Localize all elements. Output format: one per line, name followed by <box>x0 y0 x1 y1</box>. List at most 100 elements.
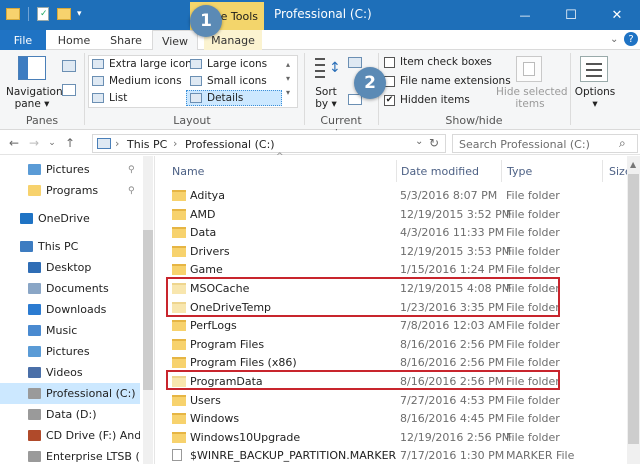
pin-icon[interactable]: ⚲ <box>128 186 135 196</box>
help-icon[interactable]: ? <box>624 32 638 46</box>
ribbon-separator <box>570 53 571 125</box>
this-pc-icon <box>97 138 111 149</box>
layout-extra-large-icons[interactable]: Extra large icons <box>92 58 197 70</box>
column-header-date-modified[interactable]: Date modified <box>401 160 499 182</box>
pin-icon[interactable]: ⚲ <box>128 165 135 175</box>
layout-scroll-arrows[interactable]: ▴ ▾ ▾ <box>286 58 290 100</box>
file-name-extensions-checkbox[interactable]: File name extensions <box>384 75 511 87</box>
file-row[interactable]: Aditya 5/3/2016 8:07 PM File folder <box>170 186 610 204</box>
nav-item-label: Enterprise LTSB (G:) <box>46 450 140 463</box>
folder-icon <box>172 209 186 220</box>
layout-group-label: Layout <box>173 114 211 127</box>
file-row[interactable]: AMD 12/19/2015 3:52 PM File folder <box>170 205 610 223</box>
properties-icon[interactable]: ✓ <box>37 7 49 21</box>
file-row[interactable]: $WINRE_BACKUP_PARTITION.MARKER 7/17/2016 … <box>170 446 610 464</box>
nav-item[interactable]: Desktop <box>0 257 140 278</box>
file-row[interactable]: Program Files (x86) 8/16/2016 2:56 PM File… <box>170 353 610 371</box>
details-pane-icon[interactable] <box>62 84 76 96</box>
column-header-type[interactable]: Type <box>507 160 599 182</box>
nav-item[interactable]: Downloads <box>0 299 140 320</box>
item-check-boxes-checkbox[interactable]: Item check boxes <box>384 56 492 68</box>
refresh-icon[interactable]: ↻ <box>429 136 439 150</box>
sort-by-button[interactable]: Sort <box>310 86 342 98</box>
hidden-items-checkbox[interactable]: ✔ Hidden items <box>384 94 470 106</box>
column-header-size[interactable]: Size <box>609 160 627 182</box>
tab-view[interactable]: View <box>152 30 198 51</box>
minimize-icon: — <box>519 8 531 22</box>
minimize-button[interactable]: — <box>502 0 548 30</box>
preview-pane-icon[interactable] <box>62 60 76 72</box>
nav-item[interactable]: Professional (C:) <box>0 383 140 404</box>
address-dropdown-icon[interactable]: ⌄ <box>415 136 423 147</box>
nav-item[interactable]: Programs ⚲ <box>0 180 140 201</box>
address-bar[interactable]: › This PC › Professional (C:) ⌄ ↻ <box>92 134 446 153</box>
file-row[interactable]: Game 1/15/2016 1:24 PM File folder <box>170 260 610 278</box>
nav-item[interactable]: This PC <box>0 236 140 257</box>
breadcrumb-current-drive[interactable]: Professional (C:) <box>185 138 275 151</box>
nav-item[interactable]: Videos <box>0 362 140 383</box>
up-button[interactable]: ↑ <box>62 134 78 152</box>
downloads-icon <box>28 304 41 315</box>
recent-locations-button[interactable]: ⌄ <box>44 134 60 152</box>
nav-item[interactable]: Music <box>0 320 140 341</box>
layout-medium-icons[interactable]: Medium icons <box>92 75 182 87</box>
file-row[interactable]: Users 7/27/2016 4:53 PM File folder <box>170 391 610 409</box>
file-row[interactable]: Windows 8/16/2016 4:45 PM File folder <box>170 409 610 427</box>
close-icon: ✕ <box>611 7 623 23</box>
file-name: Aditya <box>190 188 225 202</box>
file-date-modified: 12/19/2015 3:53 PM <box>400 244 512 258</box>
layout-large-icons[interactable]: Large icons <box>190 58 267 70</box>
ribbon-expand-icon[interactable]: ⌄ <box>610 34 618 45</box>
new-folder-icon[interactable] <box>57 8 71 20</box>
tab-share[interactable]: Share <box>100 30 152 50</box>
drive-icon <box>28 388 41 399</box>
nav-item[interactable]: Enterprise LTSB (G:) <box>0 446 140 464</box>
file-row[interactable]: PerfLogs 7/8/2016 12:03 AM File folder <box>170 316 610 334</box>
file-list-scroll-thumb[interactable] <box>628 174 639 444</box>
column-divider <box>501 160 502 182</box>
nav-pane-scroll-thumb[interactable] <box>143 230 153 390</box>
tab-file[interactable]: File <box>0 30 46 50</box>
large-icons-icon <box>190 59 202 69</box>
layout-list[interactable]: List <box>92 92 127 104</box>
navigation-pane-button[interactable]: Navigation <box>6 86 63 98</box>
layout-small-icons[interactable]: Small icons <box>190 75 267 87</box>
file-date-modified: 5/3/2016 8:07 PM <box>400 188 498 202</box>
layout-details[interactable]: Details <box>186 90 282 106</box>
file-date-modified: 7/8/2016 12:03 AM <box>400 318 506 332</box>
search-placeholder: Search Professional (C:) <box>459 138 590 151</box>
file-type: File folder <box>506 355 560 369</box>
options-button[interactable]: Options <box>572 86 618 98</box>
close-button[interactable]: ✕ <box>594 0 640 30</box>
nav-item[interactable]: Pictures <box>0 341 140 362</box>
file-row[interactable]: Drivers 12/19/2015 3:53 PM File folder <box>170 242 610 260</box>
group-by-icon[interactable] <box>348 57 362 68</box>
file-row[interactable]: Windows10Upgrade 12/19/2016 2:56 PM File f… <box>170 428 610 446</box>
hide-selected-items-button[interactable]: Hide selected <box>496 86 568 98</box>
panes-group-label: Panes <box>25 114 59 127</box>
nav-item[interactable]: CD Drive (F:) Android <box>0 425 140 446</box>
breadcrumb-this-pc[interactable]: This PC <box>127 138 167 151</box>
small-icons-icon <box>190 76 202 86</box>
file-type: File folder <box>506 411 560 425</box>
forward-button[interactable]: → <box>26 134 42 152</box>
nav-item[interactable]: Documents <box>0 278 140 299</box>
tab-home[interactable]: Home <box>50 30 98 50</box>
search-input[interactable]: Search Professional (C:) ⌕ <box>452 134 638 153</box>
nav-item[interactable]: OneDrive <box>0 208 140 229</box>
file-date-modified: 1/15/2016 1:24 PM <box>400 262 505 276</box>
file-icon <box>172 449 182 461</box>
customize-qat-icon[interactable]: ▾ <box>77 9 82 19</box>
nav-item-label: CD Drive (F:) Android <box>46 429 140 442</box>
cd-drive-icon <box>28 430 41 441</box>
scroll-up-icon[interactable]: ▲ <box>630 160 636 169</box>
nav-item[interactable]: Data (D:) <box>0 404 140 425</box>
column-header-name[interactable]: Name <box>172 160 394 182</box>
back-button[interactable]: ← <box>6 134 22 152</box>
file-row[interactable]: Data 4/3/2016 11:33 PM File folder <box>170 223 610 241</box>
maximize-button[interactable]: ☐ <box>548 0 594 30</box>
nav-item[interactable]: Pictures ⚲ <box>0 159 140 180</box>
search-icon[interactable]: ⌕ <box>619 136 626 151</box>
file-date-modified: 8/16/2016 2:56 PM <box>400 337 505 351</box>
file-row[interactable]: Program Files 8/16/2016 2:56 PM File folde… <box>170 335 610 353</box>
